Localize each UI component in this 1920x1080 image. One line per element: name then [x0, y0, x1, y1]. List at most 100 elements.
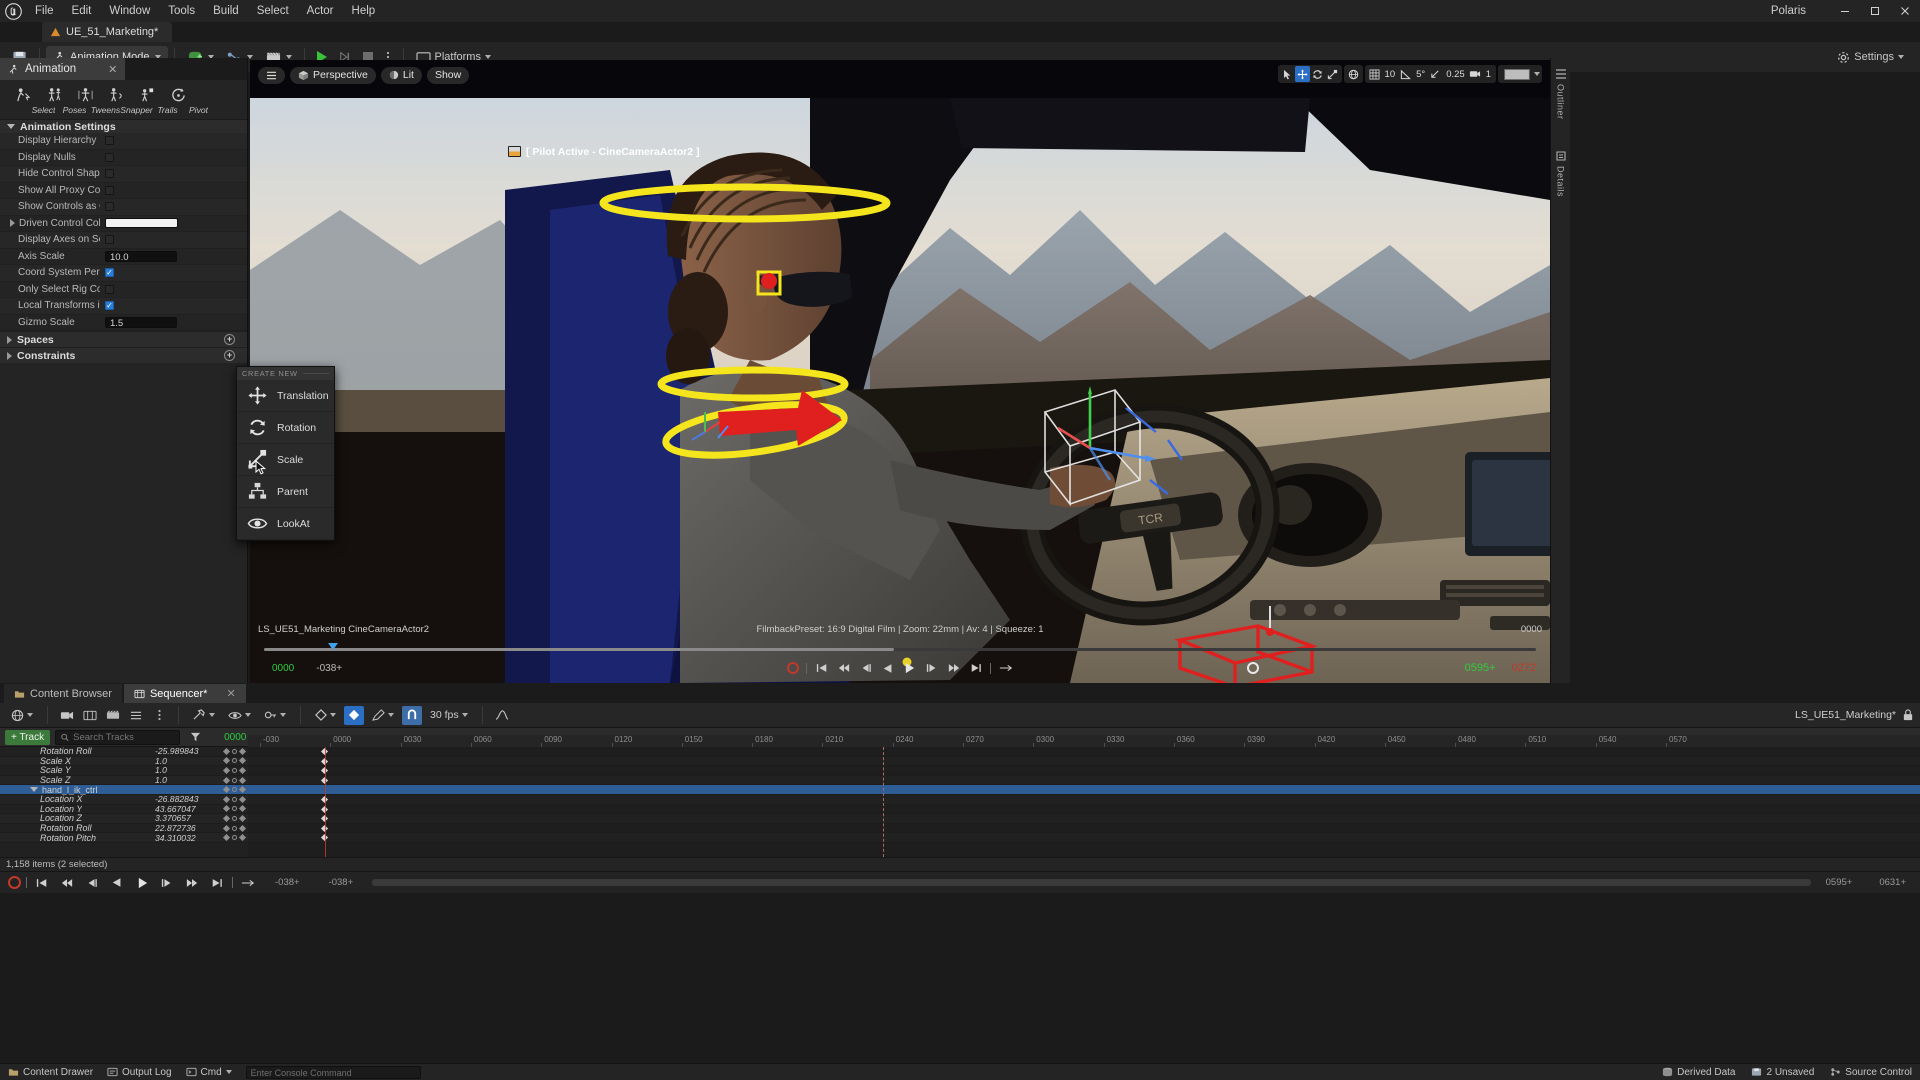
- level-viewport[interactable]: TCR: [250, 60, 1550, 683]
- menu-item-rotation[interactable]: Rotation: [237, 412, 334, 444]
- setting-row-display-nulls[interactable]: Display Nulls: [0, 150, 247, 167]
- unsaved-button[interactable]: 2 Unsaved: [1751, 1067, 1814, 1078]
- track-row[interactable]: Rotation Pitch34.310032: [0, 833, 248, 843]
- menu-item-build[interactable]: Build: [204, 0, 248, 22]
- setting-row-driven-control-color[interactable]: Driven Control Color: [0, 216, 247, 233]
- camera-icon[interactable]: [1468, 66, 1483, 82]
- setting-row-show-all-proxy-controls[interactable]: Show All Proxy Controls: [0, 183, 247, 200]
- sequencer-fps-button[interactable]: 30 fps: [425, 706, 473, 725]
- add-key-icon[interactable]: [223, 786, 230, 793]
- timeline-track-row[interactable]: [248, 785, 1920, 795]
- setting-row-gizmo-scale[interactable]: Gizmo Scale1.5: [0, 315, 247, 332]
- constraints-section[interactable]: Constraints +: [0, 347, 247, 363]
- add-key-icon[interactable]: [223, 767, 230, 774]
- cmd-button[interactable]: Cmd: [186, 1067, 232, 1078]
- viewport-scrub-handle[interactable]: [328, 643, 338, 650]
- viewport-menu-button[interactable]: [258, 67, 285, 84]
- setting-row-coord-system-per-widget[interactable]: Coord System Per Widget...: [0, 265, 247, 282]
- seq-step-back-button[interactable]: [82, 873, 102, 892]
- setting-checkbox[interactable]: [105, 235, 114, 244]
- add-key-icon[interactable]: [223, 815, 230, 822]
- main-menu-bar[interactable]: File Edit Window Tools Build Select Acto…: [26, 0, 384, 22]
- grid-icon[interactable]: [1367, 66, 1382, 82]
- setting-checkbox[interactable]: [105, 186, 114, 195]
- setting-row-display-hierarchy[interactable]: Display Hierarchy: [0, 133, 247, 150]
- globe-icon[interactable]: [1346, 66, 1361, 82]
- track-value[interactable]: 34.310032: [155, 833, 196, 843]
- sequencer-cameracut-button[interactable]: [80, 706, 100, 725]
- expand-triangle-icon[interactable]: [10, 219, 15, 227]
- add-key-icon[interactable]: [223, 796, 230, 803]
- menu-item-tools[interactable]: Tools: [159, 0, 204, 22]
- track-value[interactable]: 3.370657: [155, 813, 191, 823]
- timeline-track-row[interactable]: [248, 795, 1920, 805]
- tab-animation-close[interactable]: ✕: [108, 63, 117, 76]
- step-back-button[interactable]: [858, 660, 873, 676]
- sequencer-list-button[interactable]: [126, 706, 146, 725]
- prev-key-icon[interactable]: [232, 816, 237, 821]
- seq-jump-end-button[interactable]: [207, 873, 227, 892]
- add-key-icon[interactable]: [223, 777, 230, 784]
- search-tracks-input[interactable]: [73, 732, 174, 743]
- timeline-track-row[interactable]: [248, 824, 1920, 834]
- play-forward-button[interactable]: [902, 660, 917, 676]
- minimize-button[interactable]: [1830, 0, 1860, 22]
- prev-key-icon[interactable]: [232, 826, 237, 831]
- menu-item-translation[interactable]: Translation: [237, 380, 334, 412]
- prev-key-icon[interactable]: [232, 749, 237, 754]
- setting-number-input[interactable]: 10.0: [105, 251, 177, 262]
- next-key-icon[interactable]: [239, 796, 246, 803]
- scale-icon-vp[interactable]: [1325, 66, 1340, 82]
- track-key-controls[interactable]: [224, 806, 245, 811]
- next-key-icon[interactable]: [239, 805, 246, 812]
- timeline-track-row[interactable]: [248, 747, 1920, 757]
- next-key-icon[interactable]: [239, 815, 246, 822]
- spaces-section[interactable]: Spaces +: [0, 331, 247, 347]
- seq-loop-button[interactable]: [238, 873, 258, 892]
- track-list[interactable]: Rotation Roll-25.989843Scale X1.0Scale Y…: [0, 747, 248, 857]
- seq-range-left-b[interactable]: -038+: [329, 877, 354, 888]
- angle-icon[interactable]: [1398, 66, 1413, 82]
- track-value[interactable]: -25.989843: [155, 747, 199, 756]
- content-drawer-button[interactable]: Content Drawer: [8, 1067, 93, 1078]
- add-space-button[interactable]: +: [224, 334, 235, 345]
- tool-pivot[interactable]: Pivot: [163, 86, 194, 115]
- seq-scrub-track[interactable]: [372, 879, 1811, 886]
- sequencer-record-button[interactable]: [8, 876, 21, 889]
- menu-item-window[interactable]: Window: [100, 0, 159, 22]
- sequencer-keyinterp-button[interactable]: [310, 706, 341, 725]
- setting-row-show-controls-as-overlay[interactable]: Show Controls as Overlay: [0, 199, 247, 216]
- step-forward-button[interactable]: [924, 660, 939, 676]
- track-value[interactable]: 22.872736: [155, 823, 196, 833]
- add-key-icon[interactable]: [223, 757, 230, 764]
- setting-checkbox[interactable]: [105, 301, 114, 310]
- menu-item-lookat[interactable]: LookAt: [237, 508, 334, 540]
- expand-triangle-icon-track[interactable]: [30, 787, 38, 792]
- track-key-controls[interactable]: [224, 835, 245, 840]
- setting-number-input[interactable]: 1.5: [105, 317, 177, 328]
- project-tab[interactable]: UE_51_Marketing*: [42, 22, 172, 42]
- setting-checkbox[interactable]: [105, 169, 114, 178]
- close-button[interactable]: [1890, 0, 1920, 22]
- animation-settings-header[interactable]: Animation Settings: [0, 119, 247, 133]
- next-key-icon[interactable]: [239, 786, 246, 793]
- add-key-icon[interactable]: [223, 834, 230, 841]
- sequencer-curve-button[interactable]: [492, 706, 512, 725]
- timeline-track-row[interactable]: [248, 766, 1920, 776]
- setting-row-display-axes-on-selection[interactable]: Display Axes on Selection: [0, 232, 247, 249]
- menu-item-help[interactable]: Help: [343, 0, 385, 22]
- seq-step-forward-button[interactable]: [157, 873, 177, 892]
- seq-next-key-button[interactable]: [182, 873, 202, 892]
- move-icon[interactable]: [1295, 66, 1310, 82]
- play-reverse-button[interactable]: [880, 660, 895, 676]
- track-value[interactable]: -26.882843: [155, 794, 199, 804]
- rotation-snap-value[interactable]: 5°: [1413, 69, 1428, 80]
- viewport-scrubber[interactable]: [250, 643, 1550, 655]
- seq-range-left-a[interactable]: -038+: [275, 877, 300, 888]
- output-log-button[interactable]: Output Log: [107, 1067, 171, 1078]
- seq-prev-key-button[interactable]: [57, 873, 77, 892]
- seq-play-reverse-button[interactable]: [107, 873, 127, 892]
- ratio-icon[interactable]: [1428, 66, 1443, 82]
- jump-to-end-button[interactable]: [968, 660, 983, 676]
- rotate-icon[interactable]: [1310, 66, 1325, 82]
